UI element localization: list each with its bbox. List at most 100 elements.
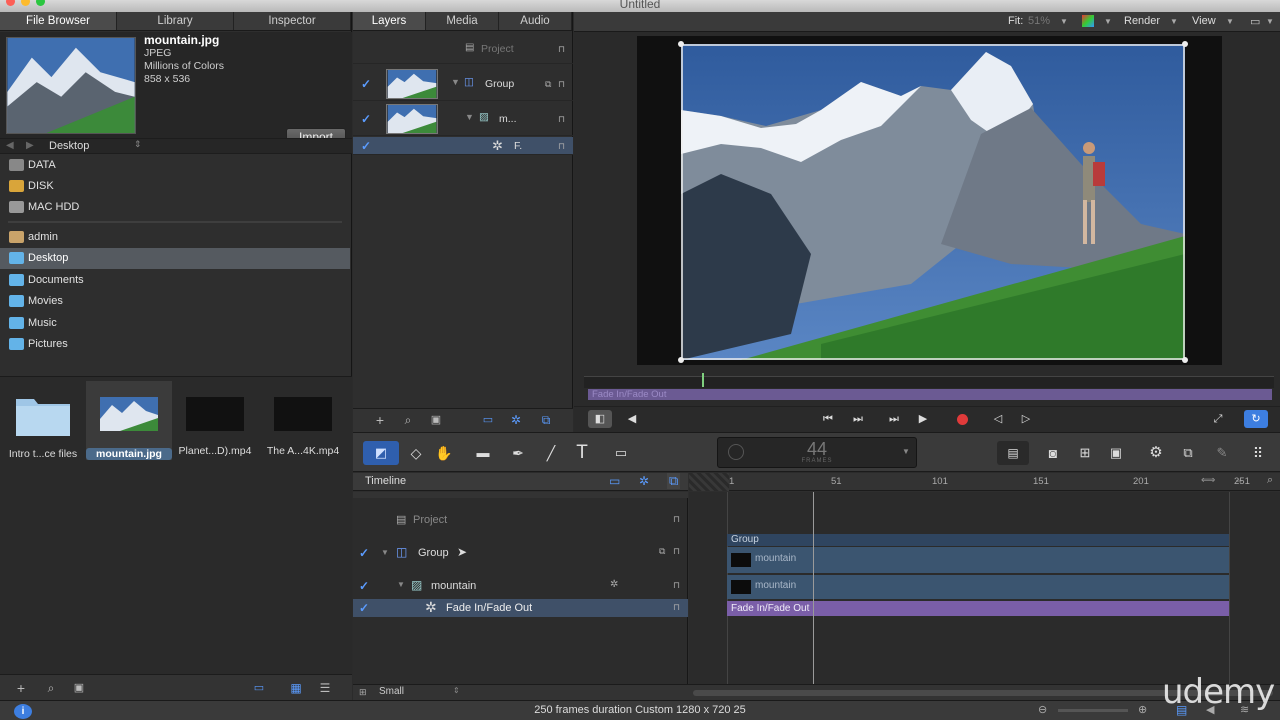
disclosure-triangle-icon[interactable]: ▼ bbox=[381, 548, 389, 557]
group-options-icon[interactable]: ⧉ bbox=[545, 79, 555, 89]
gear-icon[interactable]: ⚙ bbox=[1141, 441, 1171, 465]
add-icon[interactable]: + bbox=[369, 411, 391, 429]
transform-handle[interactable] bbox=[1182, 41, 1188, 47]
brush-tool[interactable]: ✎ bbox=[1209, 441, 1235, 465]
lock-icon[interactable]: ⊓ bbox=[558, 141, 568, 151]
chevron-down-icon[interactable]: ▼ bbox=[1226, 17, 1234, 26]
timeline-ruler[interactable]: 1 51 101 151 201 251 ⟺ ⇔ ⌕ bbox=[689, 473, 1280, 491]
paint-brush-icon[interactable]: ╱ bbox=[539, 441, 563, 465]
pan-hand-icon[interactable]: ✋ bbox=[431, 441, 457, 465]
rectangle-tool[interactable]: ▬ bbox=[469, 441, 497, 465]
show-behaviors-icon[interactable]: ✲ bbox=[505, 411, 527, 429]
previous-keyframe-button[interactable]: ◁ bbox=[986, 410, 1010, 428]
generators-icon[interactable]: ⊞ bbox=[1071, 441, 1099, 465]
fullscreen-icon[interactable]: ⤢ bbox=[1206, 410, 1230, 428]
audio-icon[interactable]: ◀ bbox=[620, 410, 644, 428]
source-item-admin[interactable]: admin bbox=[0, 227, 350, 248]
tab-audio[interactable]: Audio bbox=[499, 12, 572, 30]
fade-bar[interactable]: Fade In/Fade Out bbox=[727, 601, 1229, 616]
preview-toggle-icon[interactable]: ▣ bbox=[68, 679, 90, 697]
show-behaviors-icon[interactable]: ✲ bbox=[639, 474, 649, 488]
behavior-gear-icon[interactable]: ✲ bbox=[610, 579, 618, 590]
color-channels-icon[interactable] bbox=[1082, 15, 1094, 27]
lock-icon[interactable]: ⊓ bbox=[673, 546, 680, 557]
source-item-movies[interactable]: Movies bbox=[0, 291, 350, 312]
file-item-mountain[interactable]: mountain.jpg bbox=[86, 381, 172, 460]
lock-icon[interactable]: ⊓ bbox=[673, 602, 680, 613]
playhead-line[interactable] bbox=[813, 492, 814, 684]
disclosure-triangle-icon[interactable]: ▼ bbox=[397, 580, 405, 589]
frame-count-value[interactable]: 44 bbox=[718, 439, 916, 460]
preview-area-icon[interactable]: ▭ bbox=[248, 679, 270, 697]
fit-icon[interactable]: ⇔ bbox=[1234, 475, 1244, 486]
track-size-popup[interactable]: Small bbox=[379, 686, 404, 697]
list-view-icon[interactable]: ☰ bbox=[314, 679, 336, 697]
source-item-desktop[interactable]: Desktop bbox=[0, 248, 350, 269]
mountain-bar[interactable]: mountain bbox=[727, 575, 1229, 599]
show-masks-icon[interactable]: ⧉ bbox=[667, 473, 681, 489]
checkbox[interactable]: ✓ bbox=[361, 140, 373, 152]
timeline-row-fade[interactable]: ✓ ✲ Fade In/Fade Out ⊓ bbox=[353, 599, 688, 617]
checkbox[interactable]: ✓ bbox=[361, 113, 373, 125]
transform-handle[interactable] bbox=[678, 41, 684, 47]
show-masks-icon[interactable]: ⧉ bbox=[535, 411, 557, 429]
layer-row-group[interactable]: ✓ ▼ ◫ Group ⧉ ⊓ bbox=[353, 67, 573, 101]
checkbox[interactable]: ✓ bbox=[359, 547, 371, 559]
tab-file-browser[interactable]: File Browser bbox=[0, 12, 117, 30]
timeline-row-mountain[interactable]: ✓ ▼ ▨ mountain ✲ ⊓ bbox=[353, 576, 688, 596]
thumbnail-toggle-icon[interactable]: ▣ bbox=[425, 411, 447, 429]
source-item-music[interactable]: Music bbox=[0, 313, 350, 334]
loop-playback-icon[interactable]: ↻ bbox=[1244, 410, 1268, 428]
mask-tool[interactable]: ▭ bbox=[607, 441, 635, 465]
lock-icon[interactable]: ⊓ bbox=[558, 44, 568, 54]
bezier-pen-tool[interactable]: ✒ bbox=[503, 441, 533, 465]
source-item-disk[interactable]: DISK bbox=[0, 176, 350, 197]
disclosure-triangle-icon[interactable]: ▼ bbox=[465, 112, 474, 122]
play-button[interactable]: ▶ bbox=[911, 410, 935, 428]
checkbox[interactable]: ✓ bbox=[361, 78, 373, 90]
adjust-anchor-tool[interactable]: ◇ bbox=[403, 441, 429, 465]
previous-frame-button[interactable]: ⏭ bbox=[846, 410, 870, 428]
add-icon[interactable]: + bbox=[10, 679, 32, 697]
mini-timeline-clip[interactable]: Fade In/Fade Out bbox=[588, 389, 1272, 400]
chevron-down-icon[interactable]: ▼ bbox=[902, 447, 910, 456]
zoom-level[interactable]: 51% bbox=[1028, 15, 1050, 27]
tab-library[interactable]: Library bbox=[117, 12, 234, 30]
chevron-down-icon[interactable]: ▼ bbox=[1104, 17, 1112, 26]
view-menu[interactable]: View bbox=[1192, 15, 1216, 27]
source-item-documents[interactable]: Documents bbox=[0, 270, 350, 291]
show-layers-icon[interactable]: ▭ bbox=[609, 474, 620, 488]
updown-chevron-icon[interactable]: ⇕ bbox=[134, 139, 142, 150]
filters-icon[interactable]: ▣ bbox=[1101, 441, 1131, 465]
play-range-icon[interactable]: ◧ bbox=[588, 410, 612, 428]
window-layout-icon[interactable]: ▭ bbox=[1250, 15, 1260, 28]
record-button[interactable] bbox=[950, 410, 974, 428]
source-item-pictures[interactable]: Pictures bbox=[0, 334, 350, 355]
mountain-bar-group[interactable]: mountain bbox=[727, 547, 1229, 573]
tab-media[interactable]: Media bbox=[426, 12, 499, 30]
mountain-image[interactable] bbox=[681, 44, 1185, 360]
checkbox[interactable]: ✓ bbox=[359, 580, 371, 592]
lock-icon[interactable]: ⊓ bbox=[673, 580, 680, 591]
group-bar[interactable]: Group bbox=[727, 534, 1229, 546]
checkbox[interactable]: ✓ bbox=[359, 602, 371, 614]
tab-inspector[interactable]: Inspector bbox=[234, 12, 351, 30]
search-icon[interactable]: ⌕ bbox=[40, 679, 62, 697]
hud-grid-icon[interactable]: ⠿ bbox=[1245, 441, 1271, 465]
chevron-down-icon[interactable]: ▼ bbox=[1060, 17, 1068, 26]
text-tool[interactable]: T bbox=[569, 441, 595, 465]
updown-chevron-icon[interactable]: ⇕ bbox=[453, 686, 460, 695]
library-icon[interactable]: ▤ bbox=[997, 441, 1029, 465]
timeline-row-project[interactable]: ▤ Project ⊓ bbox=[353, 510, 688, 532]
file-item-video-1[interactable]: Planet...D).mp4 bbox=[172, 391, 258, 457]
lock-icon[interactable]: ⊓ bbox=[673, 514, 680, 525]
forward-arrow-icon[interactable]: ▶ bbox=[26, 140, 34, 151]
show-layers-icon[interactable]: ▭ bbox=[477, 411, 499, 429]
select-transform-tool[interactable]: ◩ bbox=[363, 441, 399, 465]
zoom-out-icon[interactable]: ⊖ bbox=[1038, 703, 1047, 716]
timeline-row-group[interactable]: ✓ ▼ ◫ Group ➤ ⧉ ⊓ bbox=[353, 542, 688, 566]
file-item-video-2[interactable]: The A...4K.mp4 bbox=[260, 391, 346, 457]
playhead[interactable] bbox=[702, 373, 704, 387]
path-popup[interactable]: Desktop bbox=[49, 140, 89, 152]
disclosure-triangle-icon[interactable]: ▼ bbox=[451, 77, 460, 87]
